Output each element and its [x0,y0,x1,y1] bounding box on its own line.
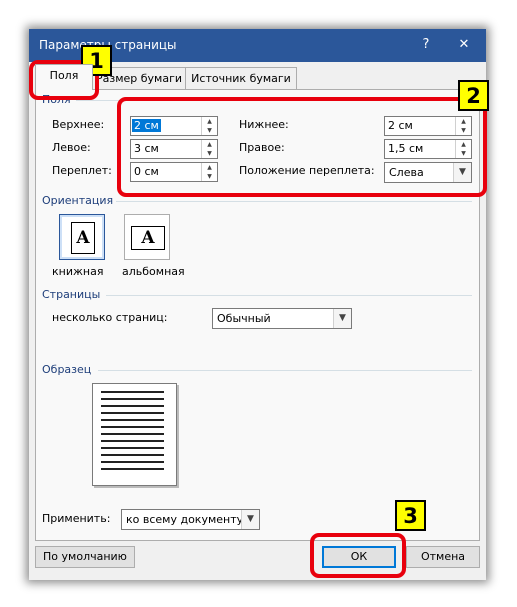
multiple-pages-select[interactable]: Обычный ▼ [212,308,352,329]
preview-line [101,433,164,435]
annotation-highlight-margins [117,97,487,197]
preview-line [101,447,164,449]
left-margin-label: Левое: [52,141,91,154]
tab-margins[interactable]: Поля [35,64,93,90]
tab-paper-source[interactable]: Источник бумаги [185,67,297,89]
annotation-badge-2: 2 [458,80,489,111]
close-button[interactable]: ✕ [454,35,474,55]
preview-line [101,412,164,414]
preview-line [101,405,164,407]
annotation-highlight-ok [310,533,406,578]
chevron-down-icon[interactable]: ▼ [333,309,351,328]
apply-to-select[interactable]: ко всему документу ▼ [121,509,260,530]
annotation-badge-3: 3 [395,500,426,531]
landscape-page-icon: A [131,226,165,250]
help-button[interactable]: ? [416,35,436,55]
divider [106,295,472,296]
apply-to-label: Применить: [42,512,111,525]
portrait-page-icon: A [71,222,95,254]
gutter-label: Переплет: [52,164,112,177]
preview-line [101,454,164,456]
landscape-label: альбомная [122,265,185,278]
preview-line [101,391,164,393]
cancel-button[interactable]: Отмена [406,546,480,568]
landscape-button[interactable]: A [124,214,170,260]
question-icon: ? [422,37,430,52]
chevron-down-icon[interactable]: ▼ [241,510,259,529]
top-margin-label: Верхнее: [52,118,105,131]
preview-line [101,468,164,470]
divider [116,201,472,202]
portrait-label: книжная [52,265,104,278]
preview-line [101,419,164,421]
preview-line [101,440,164,442]
preview-line [101,398,164,400]
pages-group-label: Страницы [42,288,101,301]
set-default-button[interactable]: По умолчанию [35,546,135,568]
multiple-pages-label: несколько страниц: [52,311,168,324]
portrait-button[interactable]: A [59,214,105,260]
close-icon: ✕ [458,37,470,52]
sample-preview [92,383,177,486]
orientation-group-label: Ориентация [42,194,114,207]
divider [98,370,472,371]
preview-line [101,426,164,428]
sample-group-label: Образец [42,363,92,376]
multiple-pages-value: Обычный [217,312,271,325]
preview-line [101,461,164,463]
apply-to-value: ко всему документу [126,513,244,526]
